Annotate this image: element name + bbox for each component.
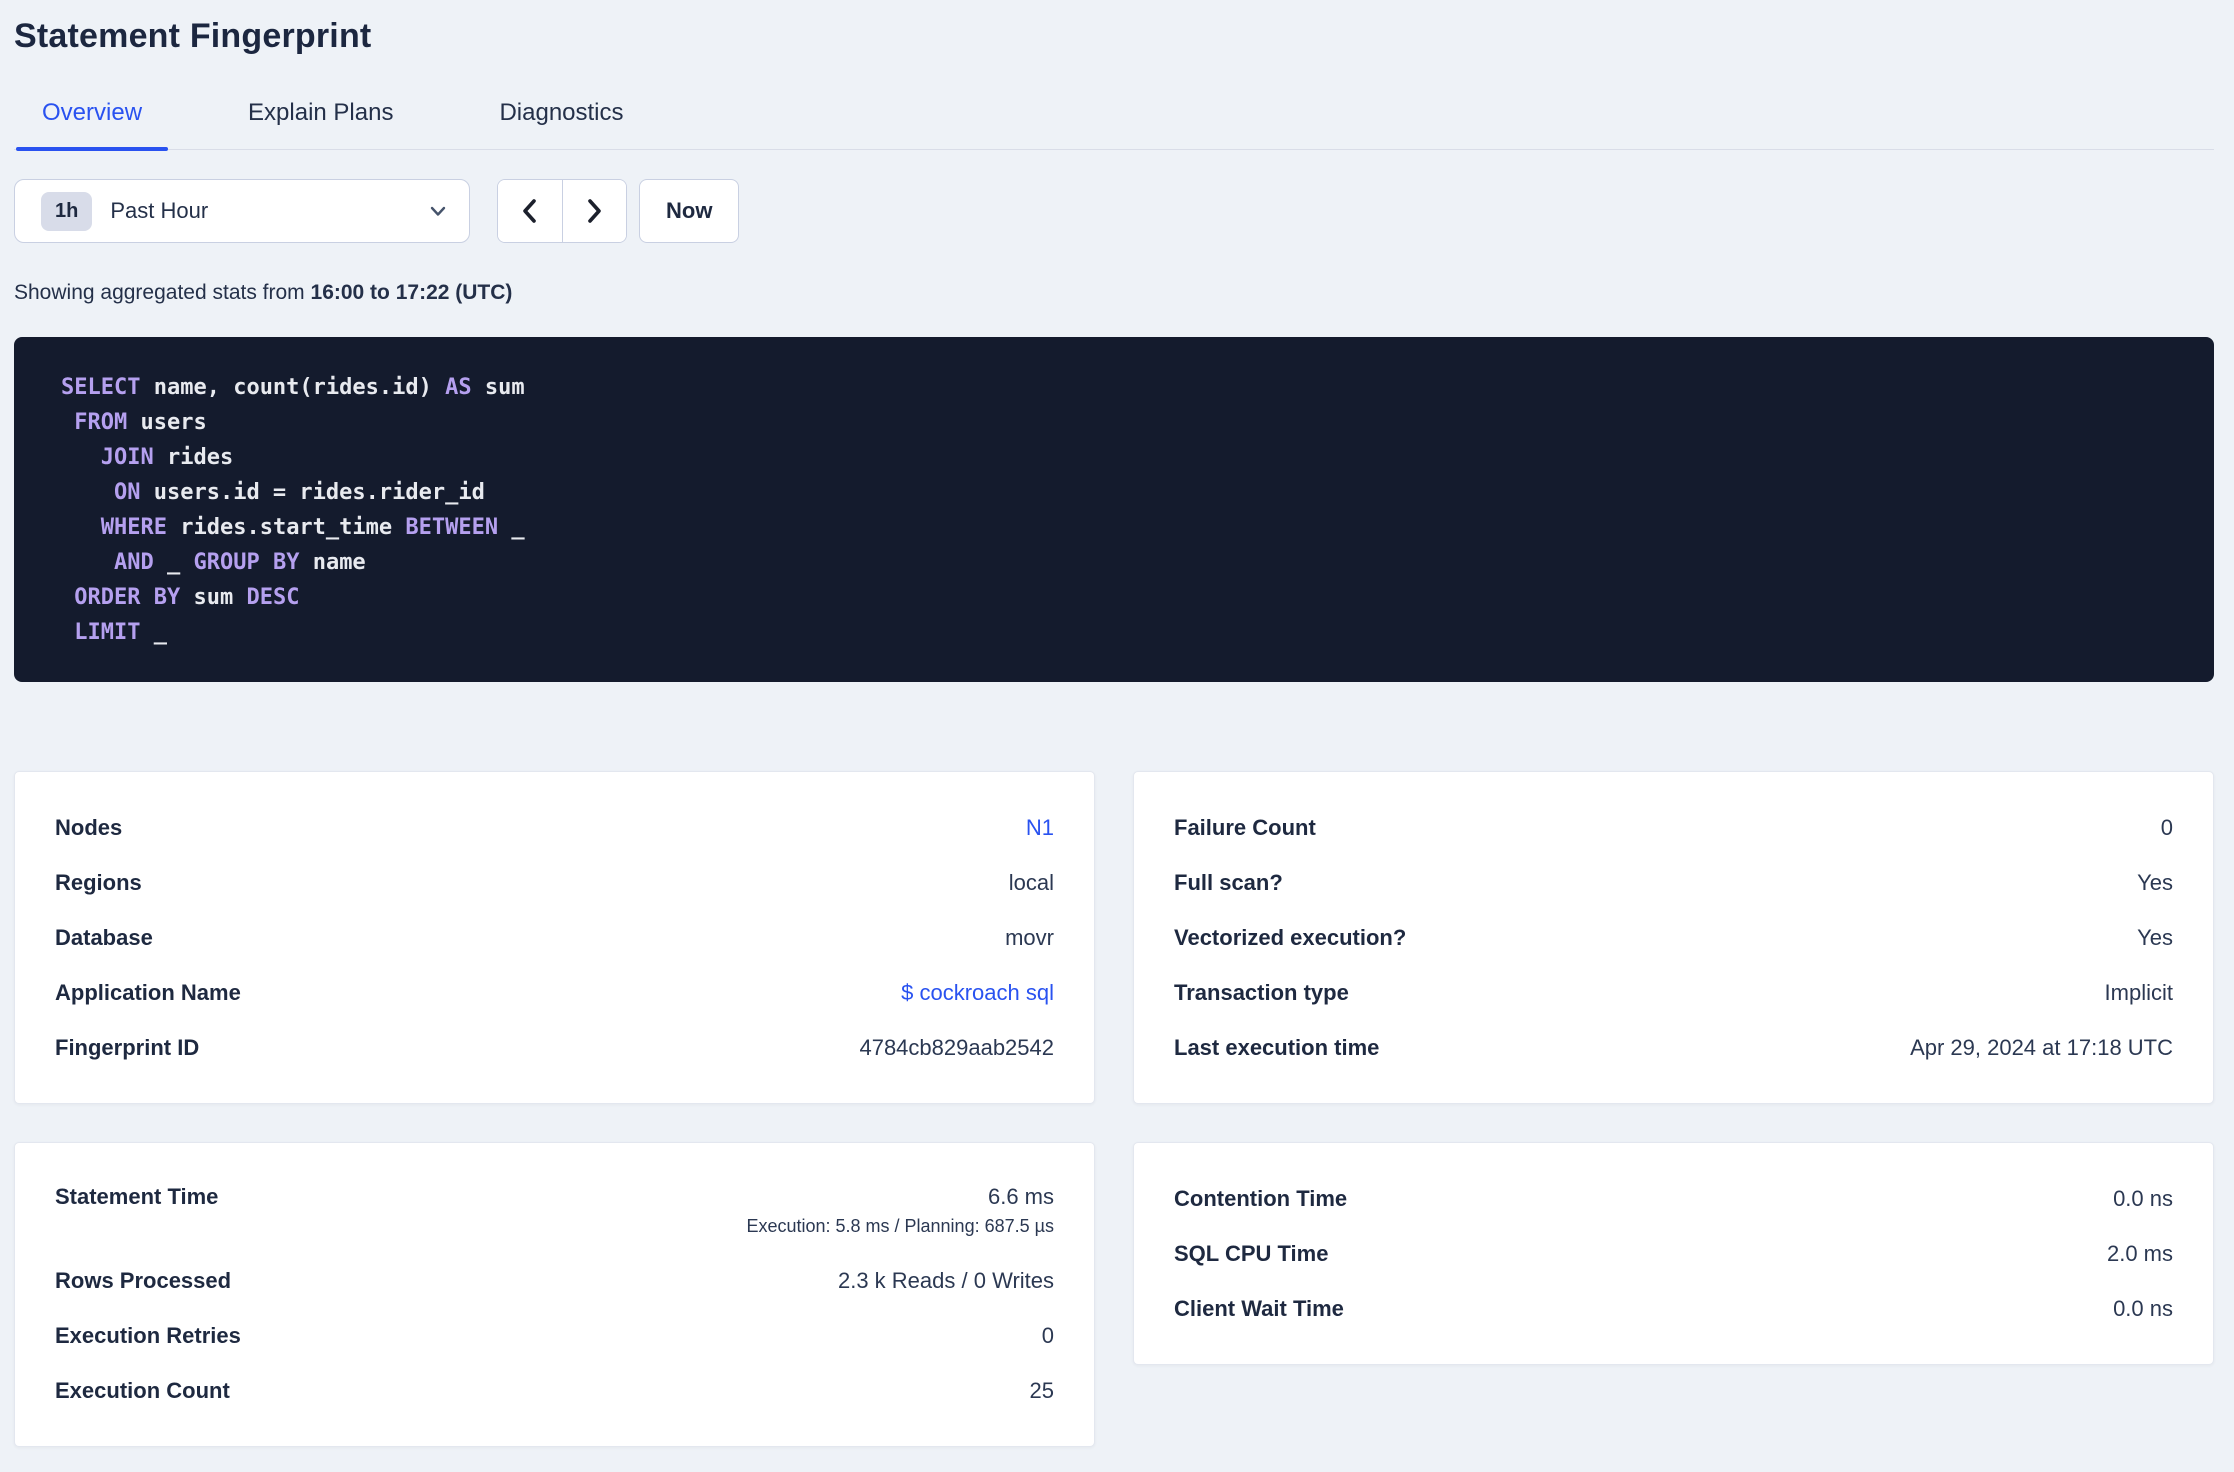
now-button[interactable]: Now	[639, 179, 740, 243]
time-interval-dropdown[interactable]: 1h Past Hour	[14, 179, 470, 243]
row-label: Application Name	[55, 979, 241, 1005]
tab-explain-plans[interactable]: Explain Plans	[222, 98, 419, 149]
row-label: Rows Processed	[55, 1267, 232, 1293]
tab-bar: Overview Explain Plans Diagnostics	[14, 98, 2214, 151]
row-label: Last execution time	[1174, 1034, 1380, 1060]
chevron-left-icon	[516, 197, 544, 225]
table-row: Execution Count 25	[55, 1363, 1054, 1418]
table-row: Rows Processed 2.3 k Reads / 0 Writes	[55, 1253, 1054, 1308]
row-value: 2.3 k Reads / 0 Writes	[837, 1267, 1054, 1293]
statement-fingerprint-page: Statement Fingerprint Overview Explain P…	[0, 14, 2234, 1447]
chevron-down-icon	[427, 200, 449, 222]
table-row: Application Name $ cockroach sql	[55, 965, 1054, 1020]
row-label: Execution Count	[55, 1377, 230, 1403]
row-subvalue: Execution: 5.8 ms / Planning: 687.5 µs	[746, 1216, 1054, 1236]
table-row: Vectorized execution? Yes	[1174, 910, 2173, 965]
previous-interval-button[interactable]	[498, 180, 562, 242]
execution-attributes-card: Failure Count 0 Full scan? Yes Vectorize…	[1133, 771, 2214, 1104]
table-row: Execution Retries 0	[55, 1308, 1054, 1363]
row-label: Statement Time	[55, 1184, 219, 1209]
statement-details-card: Nodes N1 Regions local Database movr App…	[14, 771, 1095, 1104]
tab-diagnostics[interactable]: Diagnostics	[473, 98, 649, 149]
row-label: Full scan?	[1174, 869, 1283, 895]
statement-timing-card: Statement Time 6.6 ms Execution: 5.8 ms …	[14, 1142, 1095, 1447]
summary-cards-grid: Nodes N1 Regions local Database movr App…	[14, 771, 2214, 1447]
sql-fingerprint-box: SELECT name, count(rides.id) AS sum FROM…	[14, 337, 2214, 682]
row-label: Failure Count	[1174, 814, 1316, 840]
time-nav-group	[497, 179, 627, 243]
row-value: Yes	[2137, 924, 2173, 950]
table-row: Nodes N1	[55, 800, 1054, 855]
table-row: Transaction type Implicit	[1174, 965, 2173, 1020]
row-value: 0	[2160, 814, 2173, 840]
table-row: Statement Time 6.6 ms Execution: 5.8 ms …	[55, 1171, 1054, 1253]
row-value: 0.0 ns	[2113, 1295, 2173, 1321]
row-value: 25	[1029, 1377, 1054, 1403]
row-value: 0	[1041, 1322, 1054, 1348]
row-value: Yes	[2137, 869, 2173, 895]
table-row: Contention Time 0.0 ns	[1174, 1171, 2173, 1226]
row-label: Fingerprint ID	[55, 1034, 200, 1060]
row-value: local	[1008, 869, 1054, 895]
table-row: Last execution time Apr 29, 2024 at 17:1…	[1174, 1020, 2173, 1075]
row-label: Vectorized execution?	[1174, 924, 1407, 950]
row-label: Execution Retries	[55, 1322, 241, 1348]
row-value: Implicit	[2104, 979, 2173, 1005]
row-label: SQL CPU Time	[1174, 1240, 1329, 1266]
row-value: 0.0 ns	[2113, 1185, 2173, 1211]
interval-label: Past Hour	[110, 198, 209, 223]
table-row: Database movr	[55, 910, 1054, 965]
stats-note-range: 16:00 to 17:22 (UTC)	[310, 281, 513, 304]
application-name-link[interactable]: $ cockroach sql	[901, 980, 1054, 1006]
row-value: 4784cb829aab2542	[859, 1034, 1054, 1060]
page-title: Statement Fingerprint	[14, 17, 372, 55]
row-value: 2.0 ms	[2106, 1240, 2173, 1266]
table-row: Client Wait Time 0.0 ns	[1174, 1281, 2173, 1336]
row-label: Database	[55, 924, 153, 950]
row-label: Contention Time	[1174, 1185, 1348, 1211]
chevron-right-icon	[580, 197, 608, 225]
value-stack: 6.6 ms Execution: 5.8 ms / Planning: 687…	[746, 1184, 1054, 1237]
row-label: Regions	[55, 869, 142, 895]
row-value: movr	[1005, 924, 1054, 950]
nodes-link[interactable]: N1	[1026, 815, 1054, 841]
next-interval-button[interactable]	[562, 180, 626, 242]
stats-note-prefix: Showing aggregated stats from	[14, 281, 311, 304]
row-label: Nodes	[55, 814, 123, 840]
aggregated-stats-note: Showing aggregated stats from 16:00 to 1…	[14, 279, 2214, 307]
tab-overview[interactable]: Overview	[16, 98, 169, 151]
table-row: Regions local	[55, 855, 1054, 910]
interval-badge: 1h	[41, 191, 93, 231]
sql-code: SELECT name, count(rides.id) AS sum FROM…	[61, 375, 525, 645]
row-label: Transaction type	[1174, 979, 1349, 1005]
table-row: Full scan? Yes	[1174, 855, 2173, 910]
row-value: 6.6 ms	[987, 1184, 1054, 1209]
row-value: Apr 29, 2024 at 17:18 UTC	[1910, 1034, 2173, 1060]
wait-time-card: Contention Time 0.0 ns SQL CPU Time 2.0 …	[1133, 1142, 2214, 1365]
time-toolbar: 1h Past Hour Now	[14, 179, 2214, 243]
row-label: Client Wait Time	[1174, 1295, 1344, 1321]
table-row: Fingerprint ID 4784cb829aab2542	[55, 1020, 1054, 1075]
table-row: SQL CPU Time 2.0 ms	[1174, 1226, 2173, 1281]
table-row: Failure Count 0	[1174, 800, 2173, 855]
